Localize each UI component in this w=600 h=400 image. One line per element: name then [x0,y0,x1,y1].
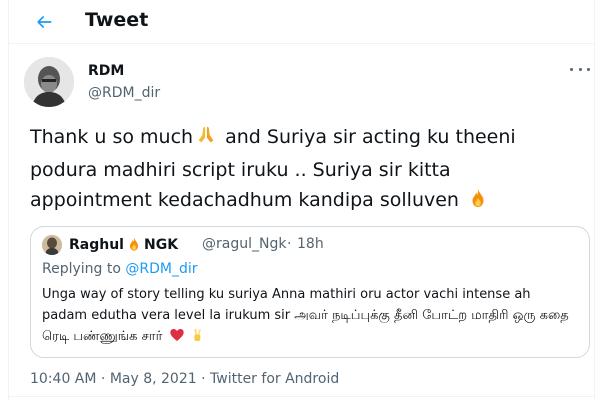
tweet-date[interactable]: May 8, 2021 [110,371,197,387]
quoted-author-name: Raghul NGK [69,236,178,256]
red-heart-icon [169,327,185,350]
back-button[interactable] [31,9,57,35]
more-dot-icon [578,67,582,71]
replying-to-handle-link[interactable]: @RDM_dir [125,261,197,277]
quoted-tweet-text-body: Unga way of story telling ku suriya Anna… [42,287,569,344]
divider [9,396,594,397]
meta-separator: · [196,371,211,387]
quoted-tweet-card[interactable]: Raghul NGK @ragul_Ngk · 18h Replying to @… [30,226,590,358]
tweet-meta: 10:40 AM · May 8, 2021 · Twitter for And… [30,371,339,387]
quoted-author-name-part1: Raghul [69,237,124,253]
tweet-text: Thank u so much and Suriya sir acting ku… [30,122,570,218]
replying-to-prefix: Replying to [42,261,126,277]
quoted-avatar-photo [42,235,62,255]
tweet-time[interactable]: 10:40 AM [30,371,96,387]
author-avatar[interactable] [24,57,74,107]
avatar-photo [24,57,74,107]
quoted-separator: · [287,236,292,252]
replying-to: Replying to @RDM_dir [42,261,198,277]
author-name[interactable]: RDM [88,63,124,79]
author-handle[interactable]: @RDM_dir [88,85,160,101]
more-dot-icon [587,67,590,71]
page-header: Tweet [9,0,594,44]
quoted-author-handle: @ragul_Ngk [202,236,287,252]
more-options-button[interactable] [570,62,590,76]
arrow-left-icon [37,16,52,28]
fire-icon [126,236,142,256]
quoted-author-avatar [42,235,62,255]
fire-icon [467,187,489,218]
column-border-right [594,0,595,400]
meta-separator: · [96,371,110,387]
quoted-timestamp[interactable]: 18h [297,236,324,252]
more-dot-icon [570,67,573,71]
quoted-author-name-part2: NGK [143,237,179,253]
folded-hands-icon [195,124,217,155]
page-title: Tweet [85,9,149,31]
tweet-page: Tweet RDM @RDM_dir Thank u so much and S… [0,0,600,400]
column-border-left [8,0,9,400]
quoted-tweet-text: Unga way of story telling ku suriya Anna… [42,284,572,350]
victory-hand-icon [189,327,205,350]
tweet-source: Twitter for Android [210,371,340,387]
tweet-text-part1: Thank u so much [30,126,194,148]
